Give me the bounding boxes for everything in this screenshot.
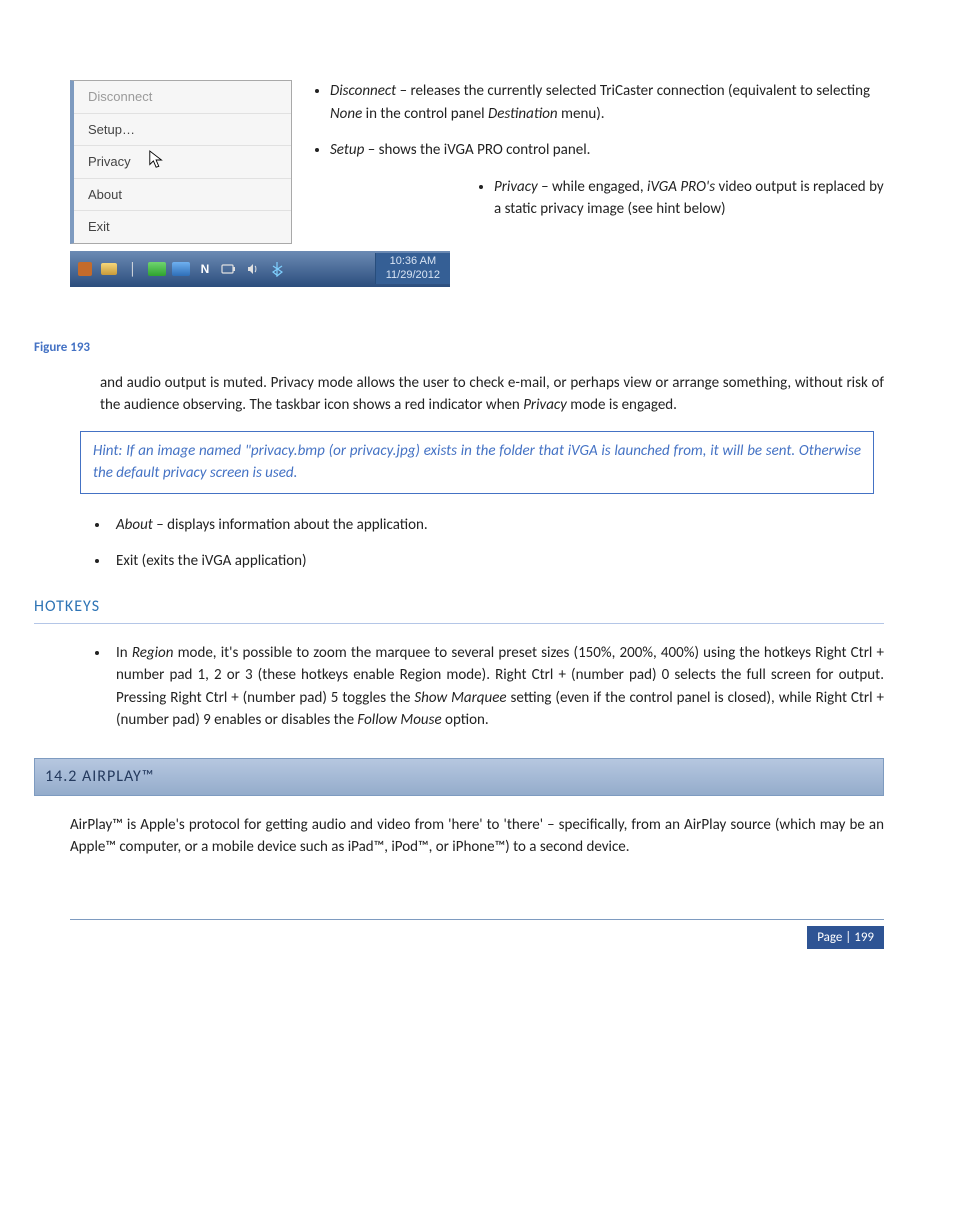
context-menu: Disconnect Setup… Privacy About Exit [70,80,292,244]
menu-item-exit[interactable]: Exit [74,211,291,243]
privacy-continuation: and audio output is muted. Privacy mode … [100,372,884,417]
bullet-privacy: Privacy – while engaged, iVGA PRO's vide… [494,176,884,221]
taskbar-icon-check [148,260,166,278]
airplay-paragraph: AirPlay™ is Apple's protocol for getting… [70,814,884,859]
bullet-about: About – displays information about the a… [110,514,884,537]
taskbar-icon-down [172,260,190,278]
taskbar: │ N 10:36 AM 11/29/2012 [70,251,450,287]
menu-item-label: Privacy [88,154,131,169]
taskbar-icon-battery [220,260,238,278]
taskbar-date: 11/29/2012 [386,269,440,283]
menu-item-disconnect[interactable]: Disconnect [74,81,291,114]
page-footer: Page | 199 [70,919,884,950]
page-number: Page | 199 [807,926,884,950]
menu-item-setup[interactable]: Setup… [74,114,291,147]
taskbar-icon-bluetooth [268,260,286,278]
bullet-hotkeys: In Region mode, it's possible to zoom th… [110,642,884,732]
bullet-setup: Setup – shows the iVGA PRO control panel… [330,139,884,162]
taskbar-icon-volume [244,260,262,278]
taskbar-clock: 10:36 AM 11/29/2012 [375,253,450,285]
menu-item-about[interactable]: About [74,179,291,212]
cursor-icon [148,150,166,170]
taskbar-icon-folder [100,260,118,278]
taskbar-time: 10:36 AM [386,255,440,269]
figure-caption: Figure 193 [34,338,884,358]
menu-item-privacy[interactable]: Privacy [74,146,291,179]
taskbar-icon-network: N [196,260,214,278]
bullet-exit: Exit (exits the iVGA application) [110,550,884,573]
heading-airplay: 14.2 AIRPLAY™ [34,758,884,796]
taskbar-icon-divider: │ [124,260,142,278]
heading-hotkeys: HOTKEYS [34,595,884,624]
hint-box: Hint: If an image named "privacy.bmp (or… [80,431,874,494]
bullet-disconnect: Disconnect – releases the currently sele… [330,80,884,125]
taskbar-icon-app [76,260,94,278]
